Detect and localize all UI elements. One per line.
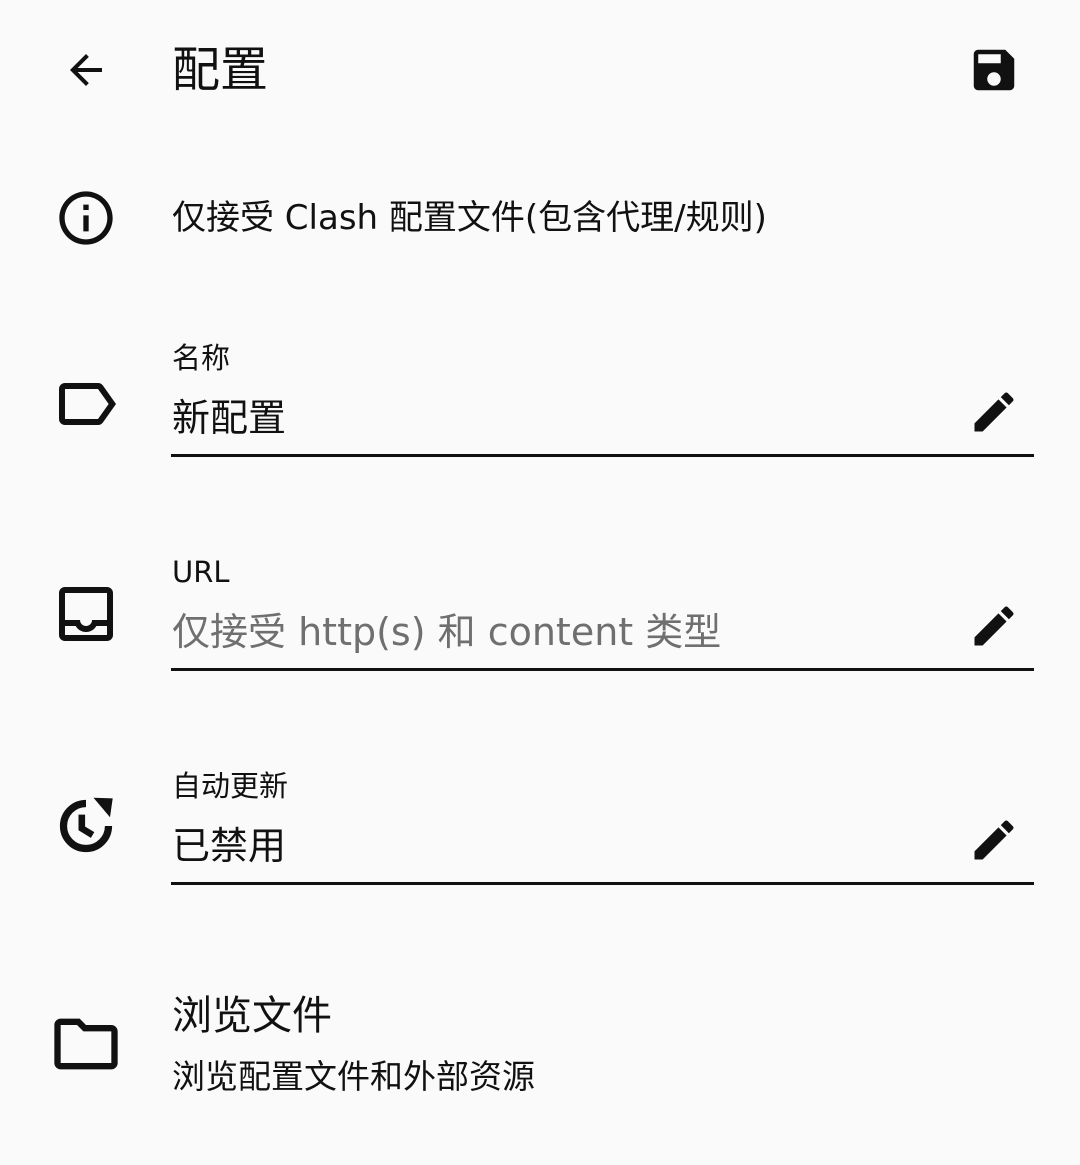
app-bar: 配置 [0, 0, 1080, 140]
name-field-label: 名称 [172, 341, 231, 375]
edit-name-button[interactable] [962, 380, 1026, 444]
auto-update-field-label: 自动更新 [172, 769, 289, 803]
info-text: 仅接受 Clash 配置文件(包含代理/规则) [172, 198, 767, 238]
auto-update-field-value[interactable]: 已禁用 [172, 818, 286, 874]
label-tag-icon [50, 368, 122, 440]
auto-update-field-underline [171, 882, 1034, 885]
edit-pencil-icon [974, 606, 1014, 646]
url-field-label: URL [172, 555, 230, 589]
name-field-underline [171, 454, 1034, 457]
name-field-value[interactable]: 新配置 [172, 390, 286, 446]
save-button[interactable] [954, 30, 1034, 110]
url-field-placeholder[interactable]: 仅接受 http(s) 和 content 类型 [172, 604, 721, 660]
arrow-back-icon [70, 54, 102, 86]
inbox-tray-icon [50, 578, 122, 650]
browse-files-subtitle: 浏览配置文件和外部资源 [172, 1057, 535, 1096]
page-title: 配置 [172, 42, 269, 98]
folder-icon [48, 1006, 124, 1082]
edit-url-button[interactable] [962, 594, 1026, 658]
info-row: 仅接受 Clash 配置文件(包含代理/规则) [0, 170, 1080, 266]
name-field-row[interactable]: 名称 新配置 [0, 338, 1080, 478]
browse-files-item[interactable]: 浏览文件 浏览配置文件和外部资源 [0, 980, 1080, 1110]
auto-update-field-row[interactable]: 自动更新 已禁用 [0, 766, 1080, 906]
browse-files-title: 浏览文件 [172, 993, 332, 1039]
edit-pencil-icon [974, 392, 1014, 432]
edit-pencil-icon [974, 820, 1014, 860]
edit-auto-update-button[interactable] [962, 808, 1026, 872]
url-field-row[interactable]: URL 仅接受 http(s) 和 content 类型 [0, 552, 1080, 692]
save-icon [973, 49, 1015, 91]
info-icon [59, 191, 113, 245]
back-button[interactable] [46, 30, 126, 110]
auto-update-clock-icon [50, 790, 122, 862]
url-field-underline [171, 668, 1034, 671]
profile-config-screen: 配置 仅接受 Clash 配置文件(包含代理/规则) 名称 新配置 URL 仅接… [0, 0, 1080, 1165]
